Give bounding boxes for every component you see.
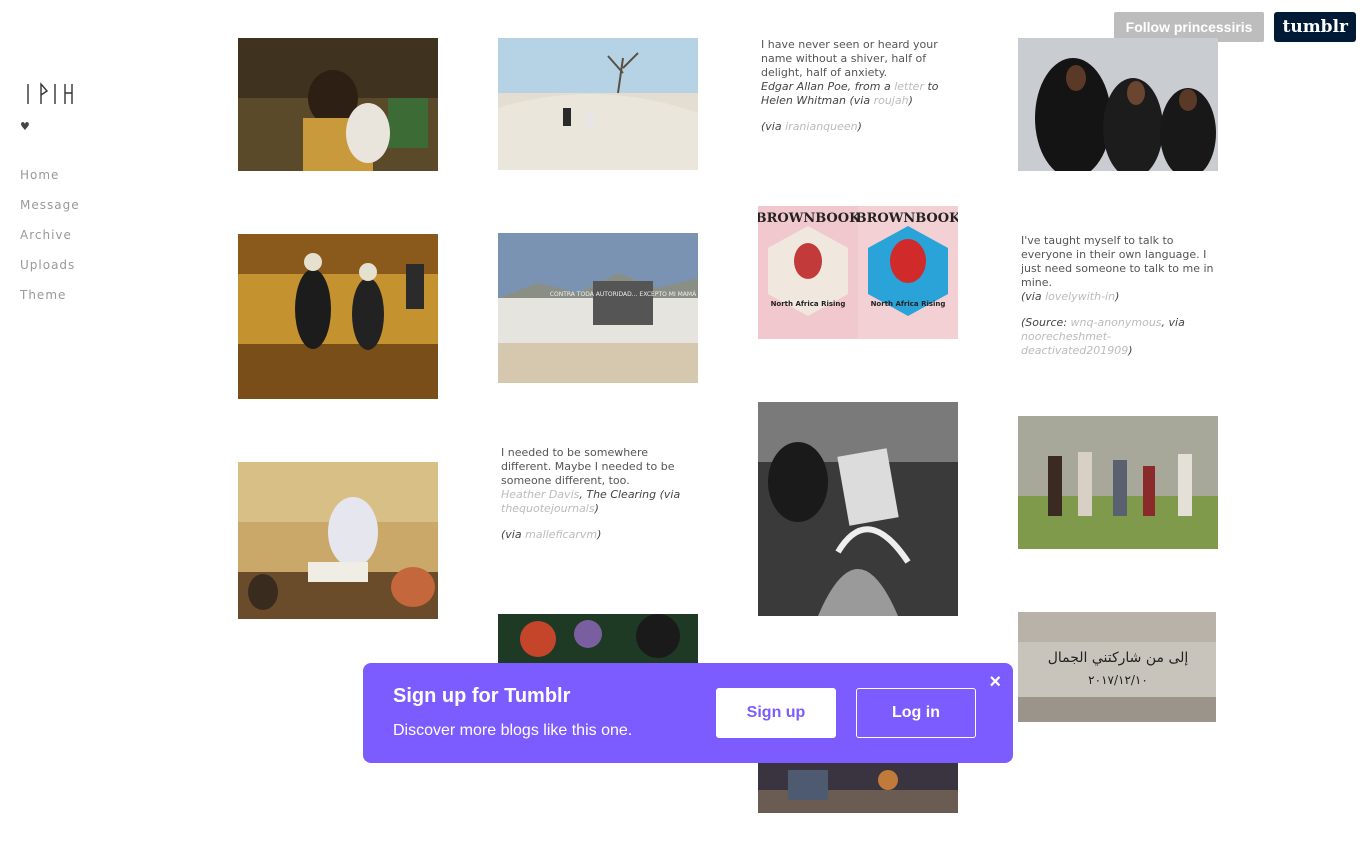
text-post-own-language: I've taught myself to talk to everyone i… bbox=[1021, 234, 1221, 358]
tumblr-logo-button[interactable]: tumblr bbox=[1274, 12, 1356, 42]
text-post-somewhere-different: I needed to be somewhere different. Mayb… bbox=[501, 446, 701, 542]
blog-logo[interactable] bbox=[24, 80, 76, 108]
quote-text: I have never seen or heard your name wit… bbox=[761, 38, 938, 79]
signup-banner: Sign up for Tumblr Discover more blogs l… bbox=[363, 663, 1013, 763]
nav-home[interactable]: Home bbox=[20, 168, 80, 198]
quote-text: I've taught myself to talk to everyone i… bbox=[1021, 234, 1214, 289]
photo bbox=[498, 38, 698, 170]
photo-post-night-street[interactable] bbox=[758, 760, 958, 813]
sidebar-nav: Home Message Archive Uploads Theme bbox=[20, 168, 80, 318]
photo-post-wall-graffiti[interactable]: CONTRA TODA AUTORIDAD... EXCEPTO MI MAMÁ bbox=[498, 233, 698, 383]
photo-post-women-black[interactable] bbox=[1018, 38, 1218, 171]
photo: CONTRA TODA AUTORIDAD... EXCEPTO MI MAMÁ bbox=[498, 233, 698, 383]
banner-title: Sign up for Tumblr bbox=[393, 685, 571, 707]
magazine-title-2: BROWNBOOK bbox=[856, 211, 958, 226]
signup-button[interactable]: Sign up bbox=[716, 688, 836, 738]
graffiti-date: ٢٠١٧/١٢/١٠ bbox=[1088, 673, 1148, 687]
via-link[interactable]: thequotejournals bbox=[501, 502, 595, 515]
book-title: The Clearing (via bbox=[586, 488, 681, 501]
reblog-via-link[interactable]: malleficarvm bbox=[525, 528, 597, 541]
login-button[interactable]: Log in bbox=[856, 688, 976, 738]
source-link[interactable]: wnq-anonymous bbox=[1071, 316, 1162, 329]
photo-post-woman-child[interactable] bbox=[238, 38, 438, 171]
author-link[interactable]: Heather Davis bbox=[501, 488, 579, 501]
photo-post-burning-papers[interactable] bbox=[758, 402, 958, 616]
nav-uploads[interactable]: Uploads bbox=[20, 258, 80, 288]
photo-post-skeleton-painting[interactable] bbox=[238, 234, 438, 399]
photo bbox=[498, 614, 698, 664]
photo bbox=[1018, 38, 1218, 171]
graffiti-text: CONTRA TODA AUTORIDAD... EXCEPTO MI MAMÁ bbox=[550, 291, 697, 298]
photo bbox=[758, 402, 958, 616]
nav-archive[interactable]: Archive bbox=[20, 228, 80, 258]
photo bbox=[238, 234, 438, 399]
photo-post-brownbook-covers[interactable]: BROWNBOOK BROWNBOOK North Africa Rising … bbox=[758, 206, 958, 339]
reblog-via-link[interactable]: iranianqueen bbox=[785, 120, 858, 133]
text-post-poe-quote: I have never seen or heard your name wit… bbox=[761, 38, 961, 134]
graffiti-arabic-text: إلى من شاركتني الجمال bbox=[1048, 650, 1189, 666]
photo-post-flowers[interactable] bbox=[498, 614, 698, 664]
photo-post-sand-dunes[interactable] bbox=[498, 38, 698, 170]
photo-post-coffee-ceremony[interactable] bbox=[238, 462, 438, 619]
photo-post-girls-field[interactable] bbox=[1018, 416, 1218, 549]
photo bbox=[238, 462, 438, 619]
nav-theme[interactable]: Theme bbox=[20, 288, 80, 318]
heart-icon[interactable]: ♥ bbox=[20, 120, 30, 133]
photo bbox=[758, 760, 958, 813]
photo-post-arabic-graffiti[interactable]: إلى من شاركتني الجمال ٢٠١٧/١٢/١٠ bbox=[1018, 612, 1216, 722]
banner-subtitle: Discover more blogs like this one. bbox=[393, 722, 633, 739]
quote-text: I needed to be somewhere different. Mayb… bbox=[501, 446, 675, 487]
close-icon[interactable]: × bbox=[989, 671, 1001, 694]
source-via-link[interactable]: noorecheshmet-deactivated201909 bbox=[1021, 330, 1128, 357]
via-link[interactable]: roujah bbox=[874, 94, 909, 107]
letter-link[interactable]: letter bbox=[894, 80, 924, 93]
nav-message[interactable]: Message bbox=[20, 198, 80, 228]
photo: إلى من شاركتني الجمال ٢٠١٧/١٢/١٠ bbox=[1018, 612, 1216, 722]
magazine-subtitle-2: North Africa Rising bbox=[871, 300, 946, 308]
photo bbox=[1018, 416, 1218, 549]
magazine-subtitle-1: North Africa Rising bbox=[771, 300, 846, 308]
photo bbox=[238, 38, 438, 171]
via-link[interactable]: lovelywith-in bbox=[1045, 290, 1115, 303]
magazine-title-1: BROWNBOOK bbox=[758, 211, 861, 226]
photo: BROWNBOOK BROWNBOOK North Africa Rising … bbox=[758, 206, 958, 339]
